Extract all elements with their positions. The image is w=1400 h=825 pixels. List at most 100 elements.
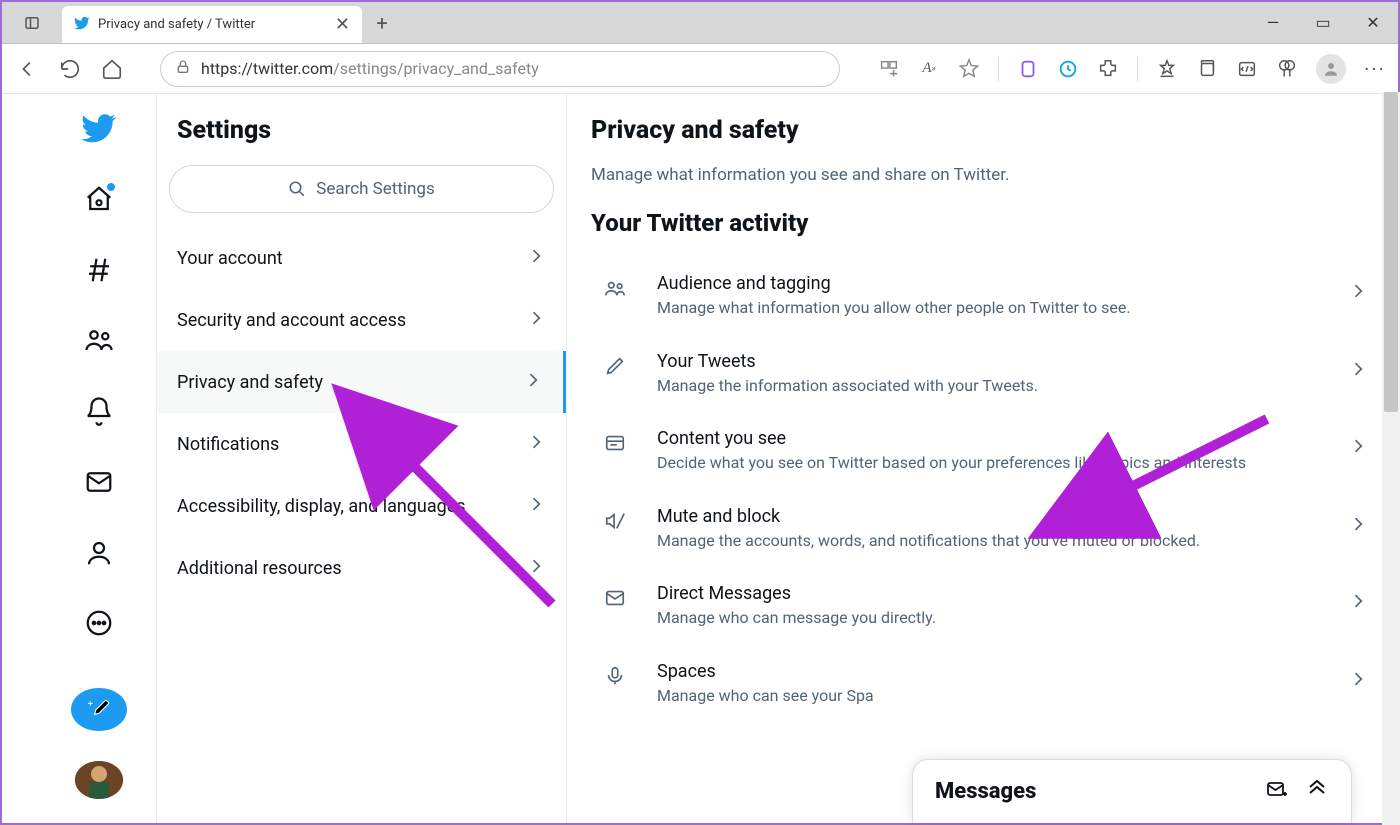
settings-item-label: Notifications — [177, 434, 279, 455]
nav-notifications-icon[interactable] — [73, 391, 125, 432]
home-button[interactable] — [98, 55, 126, 83]
new-message-icon[interactable] — [1265, 778, 1289, 806]
toolbar-separator — [998, 57, 999, 81]
settings-item-privacy-and-safety[interactable]: Privacy and safety — [157, 351, 566, 413]
chevron-right-icon — [526, 308, 546, 333]
messages-dock[interactable]: Messages — [912, 759, 1352, 823]
nav-home-icon[interactable] — [73, 179, 125, 220]
expand-dock-icon[interactable] — [1305, 778, 1329, 806]
rewards-icon[interactable] — [1276, 58, 1298, 80]
settings-item-security-and-account-access[interactable]: Security and account access — [157, 289, 566, 351]
mute-icon — [597, 506, 633, 532]
privacy-item-spaces[interactable]: Spaces Manage who can see your Spa — [591, 645, 1374, 723]
twitter-logo-icon[interactable] — [73, 108, 125, 149]
settings-item-label: Your account — [177, 248, 283, 269]
twitter-favicon-icon — [74, 15, 90, 35]
extension-purple-icon[interactable] — [1017, 58, 1039, 80]
favorites-list-icon[interactable] — [1156, 58, 1178, 80]
favorite-icon[interactable] — [958, 58, 980, 80]
minimize-button[interactable]: — — [1248, 2, 1298, 43]
chevron-right-icon — [1348, 428, 1368, 460]
address-url: https://twitter.com/settings/privacy_and… — [201, 59, 539, 78]
read-aloud-icon[interactable]: A» — [918, 58, 940, 80]
new-tab-button[interactable]: + — [362, 2, 402, 43]
privacy-item-your-tweets[interactable]: Your TweetsManage the information associ… — [591, 335, 1374, 413]
extension-blue-icon[interactable] — [1057, 58, 1079, 80]
tab-actions-button[interactable] — [2, 2, 62, 43]
address-bar[interactable]: https://twitter.com/settings/privacy_and… — [160, 51, 840, 87]
privacy-item-audience-and-tagging[interactable]: Audience and tagging Manage what informat… — [591, 257, 1374, 335]
refresh-button[interactable] — [56, 55, 84, 83]
maximize-button[interactable]: ▭ — [1298, 2, 1348, 43]
settings-item-label: Additional resources — [177, 558, 342, 579]
privacy-item-title: Mute and block — [657, 506, 1324, 527]
lock-icon — [175, 59, 191, 79]
privacy-item-desc: Decide what you see on Twitter based on … — [657, 452, 1324, 474]
privacy-item-title: Spaces — [657, 661, 1324, 682]
nav-communities-icon[interactable] — [73, 320, 125, 361]
profile-avatar-button[interactable] — [1316, 54, 1346, 84]
nav-messages-icon[interactable] — [73, 462, 125, 503]
section-title: Your Twitter activity — [591, 209, 1374, 257]
account-avatar[interactable] — [75, 761, 123, 799]
privacy-item-desc: Manage the accounts, words, and notifica… — [657, 530, 1324, 552]
settings-item-label: Security and account access — [177, 310, 406, 331]
settings-item-notifications[interactable]: Notifications — [157, 413, 566, 475]
chevron-right-icon — [526, 494, 546, 519]
settings-item-label: Privacy and safety — [177, 372, 323, 393]
pencil-icon — [597, 351, 633, 377]
nav-more-icon[interactable] — [73, 603, 125, 644]
scrollbar-thumb[interactable] — [1384, 92, 1398, 412]
chevron-right-icon — [523, 370, 543, 395]
browser-titlebar: Privacy and safety / Twitter ✕ + — ▭ ✕ — [2, 2, 1398, 44]
collections-icon[interactable] — [1196, 58, 1218, 80]
settings-item-label: Accessibility, display, and languages — [177, 496, 466, 517]
nav-explore-icon[interactable] — [73, 249, 125, 290]
settings-item-additional-resources[interactable]: Additional resources — [157, 537, 566, 599]
chevron-right-icon — [1348, 506, 1368, 538]
extensions-icon[interactable] — [1097, 58, 1119, 80]
privacy-item-title: Audience and tagging — [657, 273, 1324, 294]
search-placeholder: Search Settings — [316, 179, 435, 199]
toolbar-separator — [1137, 57, 1138, 81]
more-menu-button[interactable]: ··· — [1364, 58, 1386, 80]
settings-search-input[interactable]: Search Settings — [169, 165, 554, 213]
privacy-item-desc: Manage what information you allow other … — [657, 297, 1324, 319]
privacy-item-direct-messages[interactable]: Direct Messages Manage who can message yo… — [591, 567, 1374, 645]
twitter-app: Settings Search Settings Your account Sec… — [2, 94, 1398, 823]
page-title: Privacy and safety — [591, 108, 1374, 165]
privacy-item-desc: Manage who can message you directly. — [657, 607, 1324, 629]
nav-profile-icon[interactable] — [73, 532, 125, 573]
close-window-button[interactable]: ✕ — [1348, 2, 1398, 43]
privacy-item-desc: Manage who can see your Spa — [657, 685, 1324, 707]
chevron-right-icon — [1348, 661, 1368, 693]
settings-item-accessibility-display-and-languages[interactable]: Accessibility, display, and languages — [157, 475, 566, 537]
chevron-right-icon — [526, 432, 546, 457]
mic-icon — [597, 661, 633, 687]
compose-tweet-button[interactable] — [71, 688, 127, 732]
privacy-item-mute-and-block[interactable]: Mute and block Manage the accounts, words… — [591, 490, 1374, 568]
left-nav-rail — [2, 94, 157, 823]
settings-title: Settings — [157, 108, 566, 165]
browser-tab-active[interactable]: Privacy and safety / Twitter ✕ — [62, 6, 362, 43]
chevron-right-icon — [526, 556, 546, 581]
back-button[interactable] — [14, 55, 42, 83]
page-scrollbar[interactable] — [1382, 92, 1400, 825]
privacy-item-content-you-see[interactable]: Content you see Decide what you see on Tw… — [591, 412, 1374, 490]
envelope-icon — [597, 583, 633, 609]
main-content: Privacy and safety Manage what informati… — [567, 94, 1398, 823]
privacy-item-title: Direct Messages — [657, 583, 1324, 604]
tab-close-button[interactable]: ✕ — [335, 14, 350, 35]
browser-toolbar: https://twitter.com/settings/privacy_and… — [2, 44, 1398, 94]
browser-tools-icon[interactable] — [1236, 58, 1258, 80]
chevron-right-icon — [1348, 351, 1368, 383]
chevron-right-icon — [1348, 273, 1368, 305]
page-subtitle: Manage what information you see and shar… — [591, 165, 1374, 209]
settings-item-your-account[interactable]: Your account — [157, 227, 566, 289]
chevron-right-icon — [526, 246, 546, 271]
window-controls: — ▭ ✕ — [1248, 2, 1398, 43]
tab-title: Privacy and safety / Twitter — [98, 17, 327, 32]
app-tile-icon[interactable] — [878, 58, 900, 80]
privacy-item-title: Your Tweets — [657, 351, 1324, 372]
privacy-item-title: Content you see — [657, 428, 1324, 449]
